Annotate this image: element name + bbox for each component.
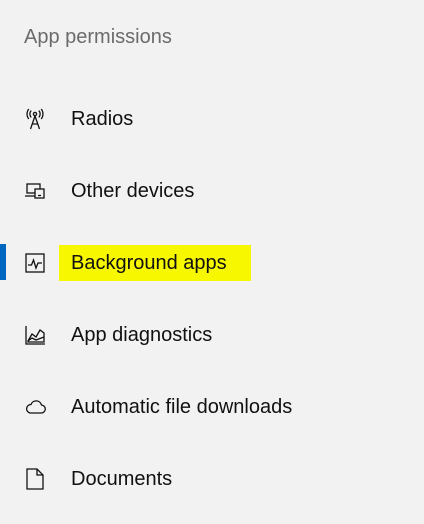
radio-tower-icon (24, 108, 46, 130)
nav-item-automatic-file-downloads[interactable]: Automatic file downloads (0, 372, 424, 444)
diagnostics-chart-icon (24, 324, 46, 346)
background-apps-icon (24, 252, 46, 274)
nav-item-label: Radios (71, 108, 134, 130)
nav-item-app-diagnostics[interactable]: App diagnostics (0, 300, 424, 372)
section-header: App permissions (24, 26, 172, 48)
nav-item-label: Background apps (71, 252, 227, 274)
cloud-icon (24, 396, 46, 418)
nav-item-background-apps[interactable]: Background apps (0, 228, 424, 300)
devices-icon (24, 180, 46, 202)
document-icon (24, 468, 46, 490)
nav-item-radios[interactable]: Radios (0, 84, 424, 156)
nav-item-other-devices[interactable]: Other devices (0, 156, 424, 228)
nav-item-label: App diagnostics (71, 324, 213, 346)
nav-item-label: Automatic file downloads (71, 396, 293, 418)
nav-item-label: Other devices (71, 180, 195, 202)
nav-list: Radios Other devices Background apps App… (0, 84, 424, 516)
nav-item-label: Documents (71, 468, 173, 490)
nav-item-documents[interactable]: Documents (0, 444, 424, 516)
